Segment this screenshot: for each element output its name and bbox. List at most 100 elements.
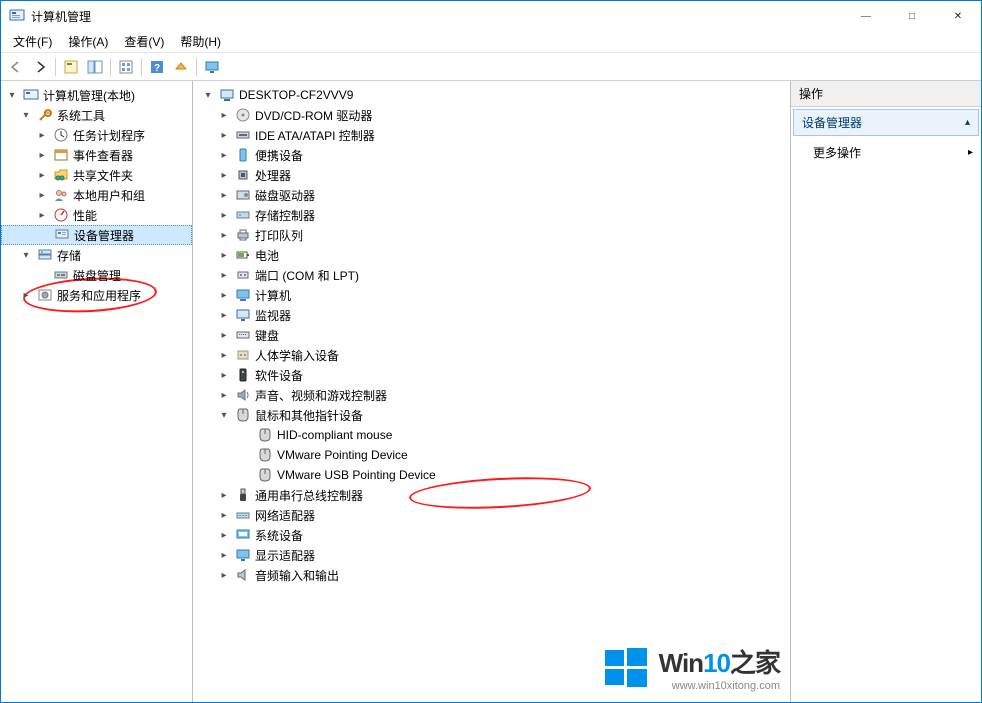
device-category[interactable]: ▸端口 (COM 和 LPT) xyxy=(193,265,790,285)
chevron-down-icon[interactable]: ▾ xyxy=(19,248,33,262)
tree-device-manager[interactable]: ▸ 设备管理器 xyxy=(1,225,192,245)
chevron-down-icon[interactable]: ▾ xyxy=(201,88,215,102)
chevron-right-icon[interactable]: ▸ xyxy=(217,348,231,362)
device-category[interactable]: ▸存储控制器 xyxy=(193,205,790,225)
device-category[interactable]: ▸网络适配器 xyxy=(193,505,790,525)
device-category[interactable]: ▸便携设备 xyxy=(193,145,790,165)
tree-storage[interactable]: ▾ 存储 xyxy=(1,245,192,265)
tree-item-label: 服务和应用程序 xyxy=(57,287,141,304)
mouse-icon xyxy=(257,467,273,483)
device-category[interactable]: ▸通用串行总线控制器 xyxy=(193,485,790,505)
chevron-right-icon[interactable]: ▸ xyxy=(217,188,231,202)
monitor-button[interactable] xyxy=(201,56,223,78)
chevron-right-icon[interactable]: ▸ xyxy=(217,368,231,382)
menu-view[interactable]: 查看(V) xyxy=(118,31,170,52)
chevron-right-icon[interactable]: ▸ xyxy=(217,488,231,502)
tree-services[interactable]: ▸ 服务和应用程序 xyxy=(1,285,192,305)
chevron-right-icon[interactable]: ▸ xyxy=(217,288,231,302)
tree-event-viewer[interactable]: ▸ 事件查看器 xyxy=(1,145,192,165)
window-title: 计算机管理 xyxy=(31,8,91,25)
titlebar: 计算机管理 — □ ✕ xyxy=(1,1,981,31)
watermark: Win10之家 www.win10xitong.com xyxy=(601,642,780,692)
close-button[interactable]: ✕ xyxy=(935,1,981,31)
chevron-right-icon[interactable]: ▸ xyxy=(217,248,231,262)
device-category[interactable]: ▸ 处理器 xyxy=(193,165,790,185)
device-category[interactable]: ▸人体学输入设备 xyxy=(193,345,790,365)
device-tree-pane[interactable]: ▾ DESKTOP-CF2VVV9 ▸DVD/CD-ROM 驱动器▸IDE AT… xyxy=(193,81,791,702)
device-category-mouse[interactable]: ▾ 鼠标和其他指针设备 xyxy=(193,405,790,425)
help-button[interactable]: ? xyxy=(146,56,168,78)
tree-shared-folders[interactable]: ▸ 共享文件夹 xyxy=(1,165,192,185)
device-label: VMware USB Pointing Device xyxy=(277,468,436,482)
collapse-icon[interactable]: ▴ xyxy=(965,117,970,128)
chevron-right-icon[interactable]: ▸ xyxy=(217,208,231,222)
chevron-right-icon[interactable]: ▸ xyxy=(35,188,49,202)
minimize-button[interactable]: — xyxy=(843,1,889,31)
device-category[interactable]: ▸声音、视频和游戏控制器 xyxy=(193,385,790,405)
actions-section[interactable]: 设备管理器 ▴ xyxy=(793,109,979,136)
device-category[interactable]: ▸系统设备 xyxy=(193,525,790,545)
menu-action[interactable]: 操作(A) xyxy=(62,31,114,52)
back-button[interactable] xyxy=(5,56,27,78)
chevron-right-icon[interactable]: ▸ xyxy=(217,268,231,282)
chevron-right-icon[interactable]: ▸ xyxy=(217,168,231,182)
scan-button[interactable] xyxy=(170,56,192,78)
device-category[interactable]: ▸电池 xyxy=(193,245,790,265)
device-category[interactable]: ▸IDE ATA/ATAPI 控制器 xyxy=(193,125,790,145)
computer-mgmt-icon xyxy=(23,87,39,103)
menu-file[interactable]: 文件(F) xyxy=(7,31,58,52)
chevron-down-icon[interactable]: ▾ xyxy=(217,408,231,422)
left-pane[interactable]: ▾ 计算机管理(本地) ▾ 系统工具 ▸ 任务计划程序 ▸ 事件 xyxy=(1,81,193,702)
device-label: 音频输入和输出 xyxy=(255,567,339,584)
device-label: 处理器 xyxy=(255,167,291,184)
chevron-right-icon[interactable]: ▸ xyxy=(217,128,231,142)
chevron-right-icon[interactable]: ▸ xyxy=(217,568,231,582)
chevron-right-icon[interactable]: ▸ xyxy=(217,548,231,562)
chevron-right-icon[interactable]: ▸ xyxy=(19,288,33,302)
tree-local-users[interactable]: ▸ 本地用户和组 xyxy=(1,185,192,205)
device-category[interactable]: ▸DVD/CD-ROM 驱动器 xyxy=(193,105,790,125)
forward-button[interactable] xyxy=(29,56,51,78)
device-category[interactable]: ▸软件设备 xyxy=(193,365,790,385)
maximize-button[interactable]: □ xyxy=(889,1,935,31)
device-item[interactable]: ▸VMware Pointing Device xyxy=(193,445,790,465)
refresh-button[interactable] xyxy=(115,56,137,78)
chevron-right-icon[interactable]: ▸ xyxy=(217,328,231,342)
device-category[interactable]: ▸打印队列 xyxy=(193,225,790,245)
show-hide-tree-button[interactable] xyxy=(84,56,106,78)
chevron-right-icon[interactable]: ▸ xyxy=(217,308,231,322)
chevron-right-icon[interactable]: ▸ xyxy=(217,108,231,122)
device-category[interactable]: ▸显示适配器 xyxy=(193,545,790,565)
tree-task-scheduler[interactable]: ▸ 任务计划程序 xyxy=(1,125,192,145)
disc-icon xyxy=(235,107,251,123)
actions-header: 操作 xyxy=(791,81,981,107)
chevron-down-icon[interactable]: ▾ xyxy=(19,108,33,122)
tree-system-tools[interactable]: ▾ 系统工具 xyxy=(1,105,192,125)
device-category[interactable]: ▸磁盘驱动器 xyxy=(193,185,790,205)
device-category[interactable]: ▸键盘 xyxy=(193,325,790,345)
device-root[interactable]: ▾ DESKTOP-CF2VVV9 xyxy=(193,85,790,105)
device-item[interactable]: ▸VMware USB Pointing Device xyxy=(193,465,790,485)
actions-more[interactable]: 更多操作 ▸ xyxy=(791,138,981,167)
chevron-right-icon[interactable]: ▸ xyxy=(217,228,231,242)
chevron-right-icon[interactable]: ▸ xyxy=(35,208,49,222)
computer-icon xyxy=(235,287,251,303)
disk-mgmt-icon xyxy=(53,267,69,283)
chevron-right-icon[interactable]: ▸ xyxy=(217,508,231,522)
chevron-right-icon[interactable]: ▸ xyxy=(35,168,49,182)
chevron-right-icon[interactable]: ▸ xyxy=(35,128,49,142)
tree-performance[interactable]: ▸ 性能 xyxy=(1,205,192,225)
properties-button[interactable] xyxy=(60,56,82,78)
device-category[interactable]: ▸ 音频输入和输出 xyxy=(193,565,790,585)
device-item[interactable]: ▸HID-compliant mouse xyxy=(193,425,790,445)
menu-help[interactable]: 帮助(H) xyxy=(174,31,227,52)
chevron-down-icon[interactable]: ▾ xyxy=(5,88,19,102)
chevron-right-icon[interactable]: ▸ xyxy=(217,528,231,542)
tree-disk-mgmt[interactable]: ▸ 磁盘管理 xyxy=(1,265,192,285)
device-category[interactable]: ▸监视器 xyxy=(193,305,790,325)
tree-root-computer-mgmt[interactable]: ▾ 计算机管理(本地) xyxy=(1,85,192,105)
chevron-right-icon[interactable]: ▸ xyxy=(217,148,231,162)
device-category[interactable]: ▸计算机 xyxy=(193,285,790,305)
chevron-right-icon[interactable]: ▸ xyxy=(35,148,49,162)
chevron-right-icon[interactable]: ▸ xyxy=(217,388,231,402)
